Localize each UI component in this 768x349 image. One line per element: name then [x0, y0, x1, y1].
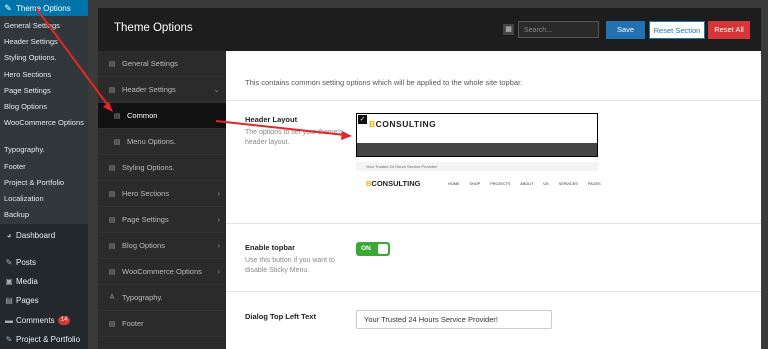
annotation-arrow	[215, 120, 346, 136]
arrow-head	[341, 131, 352, 140]
annotation-arrow	[35, 7, 111, 109]
arrow-head	[103, 102, 113, 112]
annotation-arrows	[35, 7, 352, 140]
